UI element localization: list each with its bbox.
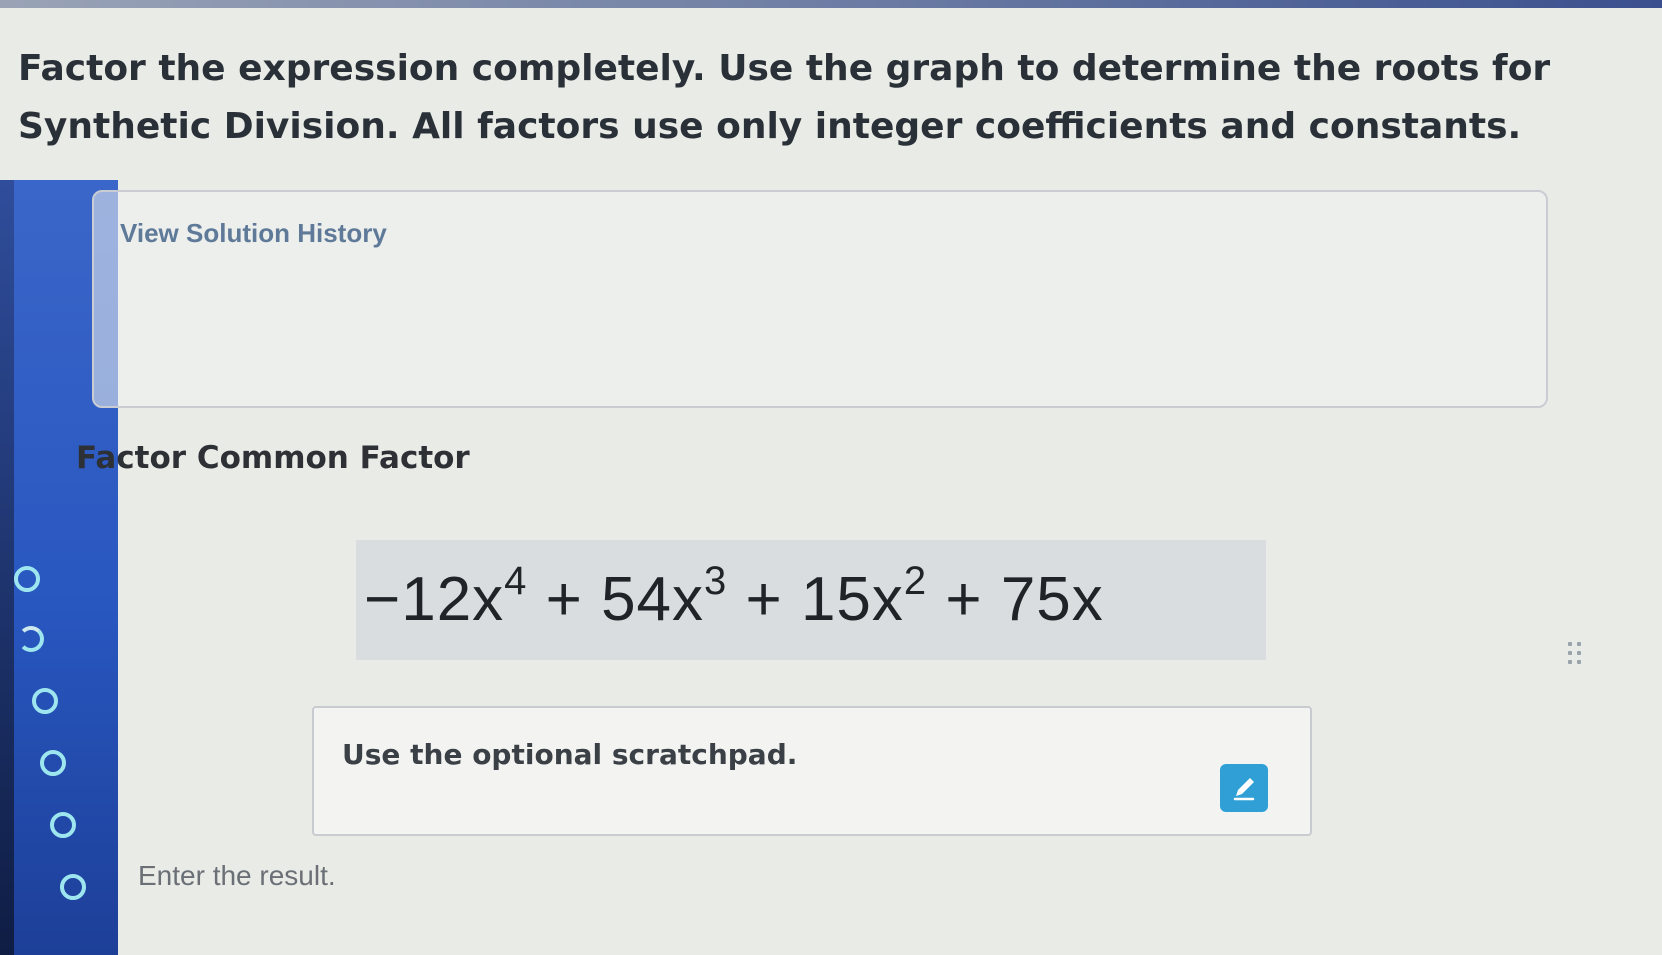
enter-result-prompt: Enter the result. — [138, 860, 336, 891]
term-2-exponent: 3 — [704, 559, 728, 603]
polynomial-expression: −12x4 + 54x3 + 15x2 + 75x — [364, 559, 1104, 638]
solution-history-panel: View Solution History — [92, 190, 1548, 408]
view-solution-history-link[interactable]: View Solution History — [120, 218, 387, 249]
scratchpad-label: Use the optional scratchpad. — [342, 738, 798, 771]
term-3-coefficient: + 15x — [727, 565, 904, 634]
expression-display: −12x4 + 54x3 + 15x2 + 75x — [356, 540, 1266, 660]
pencil-icon — [1233, 778, 1255, 801]
question-prompt: Factor the expression completely. Use th… — [18, 48, 1551, 147]
term-1-exponent: 4 — [504, 559, 528, 603]
term-1-coefficient: −12x — [364, 565, 505, 634]
drag-handle-icon[interactable] — [1566, 640, 1586, 670]
step-title: Factor Common Factor — [76, 440, 470, 476]
term-4: + 75x — [927, 565, 1104, 634]
term-2-coefficient: + 54x — [527, 565, 705, 634]
scratchpad-pencil-button[interactable] — [1220, 764, 1268, 812]
term-3-exponent: 2 — [903, 559, 928, 603]
main-content: Factor the expression completely. Use th… — [0, 0, 1662, 955]
scratchpad-field[interactable]: Use the optional scratchpad. — [312, 706, 1312, 836]
